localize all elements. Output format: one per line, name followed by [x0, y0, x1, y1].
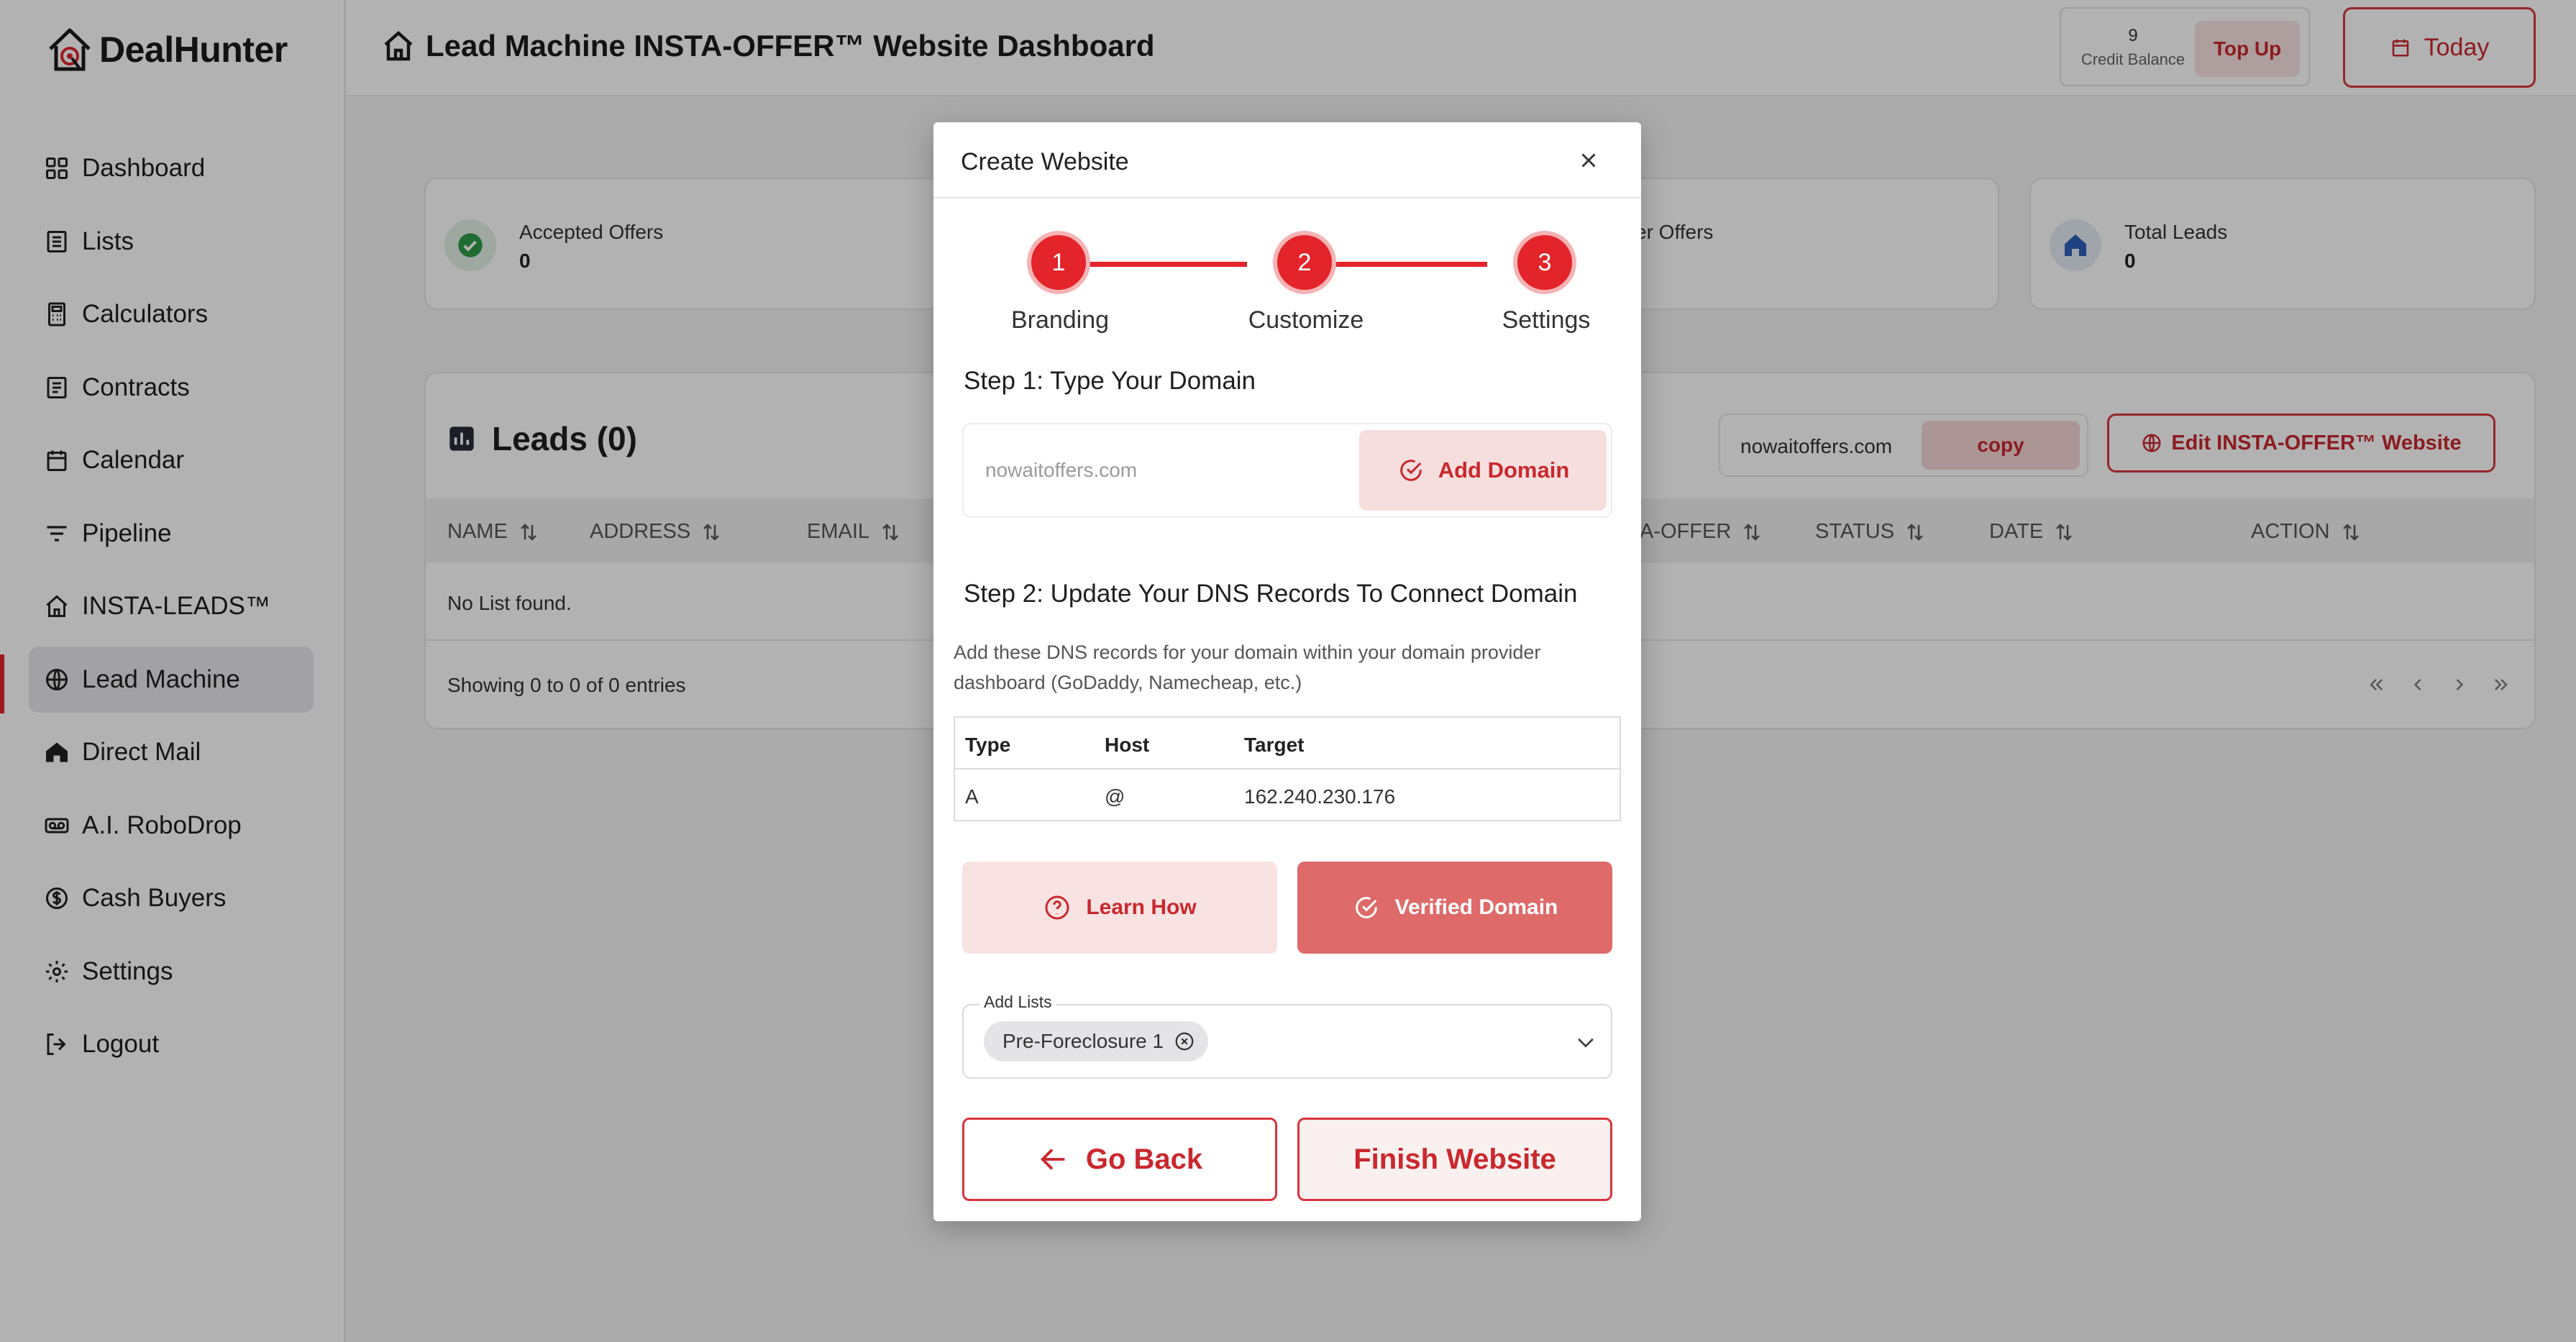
add-lists-label: Add Lists: [979, 992, 1056, 1012]
add-domain-button[interactable]: Add Domain: [1359, 430, 1607, 511]
remove-chip-icon[interactable]: [1174, 1031, 1195, 1052]
close-icon[interactable]: [1576, 148, 1601, 173]
chip-label: Pre-Foreclosure 1: [1002, 1030, 1164, 1052]
dns-value-host: @: [1105, 785, 1125, 808]
domain-input[interactable]: [965, 426, 1353, 515]
step-3-label: Settings: [1502, 306, 1591, 334]
learn-how-button[interactable]: Learn How: [962, 862, 1277, 954]
verified-domain-button[interactable]: Verified Domain: [1297, 862, 1612, 954]
domain-input-group: Add Domain: [962, 423, 1612, 518]
go-back-label: Go Back: [1085, 1143, 1203, 1175]
create-website-modal: Create Website 1 2 3 Branding Customize …: [933, 122, 1641, 1221]
step-1-circle[interactable]: 1: [1027, 231, 1090, 294]
add-domain-label: Add Domain: [1438, 457, 1570, 483]
dns-header-host: Host: [1105, 734, 1150, 756]
check-circle-icon: [1355, 897, 1377, 918]
dns-records-table: Type Host Target A @ 162.240.230.176: [954, 716, 1621, 821]
modal-header: Create Website: [933, 122, 1641, 198]
dns-value-target: 162.240.230.176: [1244, 785, 1396, 808]
verified-domain-label: Verified Domain: [1394, 895, 1558, 919]
learn-how-label: Learn How: [1086, 895, 1197, 919]
step-3-circle[interactable]: 3: [1513, 231, 1576, 294]
step-2-circle[interactable]: 2: [1273, 231, 1336, 294]
chevron-down-icon[interactable]: [1574, 1030, 1598, 1054]
finish-website-button[interactable]: Finish Website: [1297, 1118, 1612, 1201]
arrow-left-icon: [1040, 1149, 1065, 1170]
dns-header-type: Type: [965, 734, 1011, 756]
go-back-button[interactable]: Go Back: [962, 1118, 1277, 1201]
add-lists-select[interactable]: Add Lists Pre-Foreclosure 1: [962, 992, 1612, 1079]
help-circle-icon: [1045, 895, 1069, 920]
step-2-label: Customize: [1248, 306, 1364, 334]
step2-heading: Step 2: Update Your DNS Records To Conne…: [964, 580, 1578, 608]
step1-heading: Step 1: Type Your Domain: [964, 367, 1256, 395]
selected-list-chip: Pre-Foreclosure 1: [984, 1021, 1209, 1062]
dns-description: Add these DNS records for your domain wi…: [954, 642, 1541, 693]
dns-header-target: Target: [1244, 734, 1305, 756]
modal-title: Create Website: [961, 148, 1129, 175]
dns-value-type: A: [965, 785, 979, 808]
step-1-label: Branding: [1010, 306, 1110, 334]
check-circle-icon: [1399, 460, 1422, 481]
stepper: 1 2 3 Branding Customize Settings: [933, 227, 1641, 342]
